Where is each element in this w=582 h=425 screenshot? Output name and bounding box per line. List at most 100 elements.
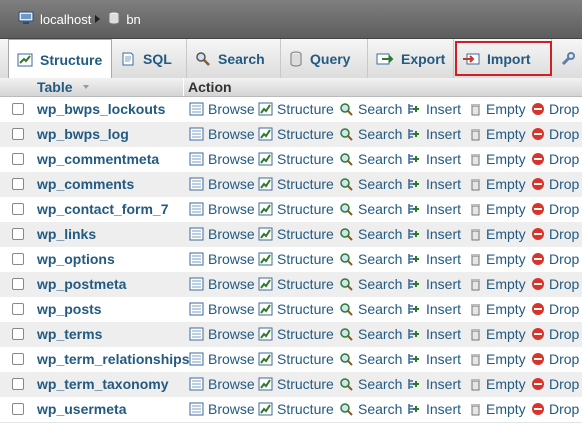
breadcrumb-database[interactable]: bn bbox=[108, 11, 141, 28]
row-checkbox[interactable] bbox=[12, 278, 24, 290]
column-header-table[interactable]: Table bbox=[37, 79, 73, 95]
structure-action[interactable]: Structure bbox=[258, 176, 334, 192]
insert-action[interactable]: Insert bbox=[407, 401, 461, 417]
drop-action[interactable]: Drop bbox=[531, 101, 579, 117]
row-checkbox[interactable] bbox=[12, 103, 24, 115]
drop-action[interactable]: Drop bbox=[531, 251, 579, 267]
drop-action[interactable]: Drop bbox=[531, 351, 579, 367]
browse-action[interactable]: Browse bbox=[189, 151, 255, 167]
row-checkbox[interactable] bbox=[12, 128, 24, 140]
table-name-link[interactable]: wp_options bbox=[37, 251, 115, 267]
drop-action[interactable]: Drop bbox=[531, 301, 579, 317]
row-checkbox[interactable] bbox=[12, 328, 24, 340]
search-action[interactable]: Search bbox=[339, 201, 402, 217]
drop-action[interactable]: Drop bbox=[531, 276, 579, 292]
breadcrumb-server[interactable]: localhost bbox=[18, 11, 91, 28]
row-checkbox[interactable] bbox=[12, 203, 24, 215]
empty-action[interactable]: Empty bbox=[469, 126, 526, 142]
row-checkbox[interactable] bbox=[12, 303, 24, 315]
insert-action[interactable]: Insert bbox=[407, 176, 461, 192]
insert-action[interactable]: Insert bbox=[407, 251, 461, 267]
table-name-link[interactable]: wp_usermeta bbox=[37, 401, 126, 417]
search-action[interactable]: Search bbox=[339, 151, 402, 167]
structure-action[interactable]: Structure bbox=[258, 326, 334, 342]
table-name-link[interactable]: wp_posts bbox=[37, 301, 102, 317]
table-name-link[interactable]: wp_commentmeta bbox=[37, 151, 159, 167]
row-checkbox[interactable] bbox=[12, 403, 24, 415]
insert-action[interactable]: Insert bbox=[407, 276, 461, 292]
empty-action[interactable]: Empty bbox=[469, 326, 526, 342]
browse-action[interactable]: Browse bbox=[189, 401, 255, 417]
structure-action[interactable]: Structure bbox=[258, 226, 334, 242]
insert-action[interactable]: Insert bbox=[407, 126, 461, 142]
browse-action[interactable]: Browse bbox=[189, 301, 255, 317]
empty-action[interactable]: Empty bbox=[469, 101, 526, 117]
structure-action[interactable]: Structure bbox=[258, 401, 334, 417]
empty-action[interactable]: Empty bbox=[469, 201, 526, 217]
table-name-link[interactable]: wp_terms bbox=[37, 326, 102, 342]
search-action[interactable]: Search bbox=[339, 101, 402, 117]
insert-action[interactable]: Insert bbox=[407, 226, 461, 242]
empty-action[interactable]: Empty bbox=[469, 176, 526, 192]
browse-action[interactable]: Browse bbox=[189, 326, 255, 342]
structure-action[interactable]: Structure bbox=[258, 301, 334, 317]
empty-action[interactable]: Empty bbox=[469, 226, 526, 242]
empty-action[interactable]: Empty bbox=[469, 276, 526, 292]
browse-action[interactable]: Browse bbox=[189, 201, 255, 217]
tab-query[interactable]: Query bbox=[281, 39, 368, 78]
row-checkbox[interactable] bbox=[12, 178, 24, 190]
table-name-link[interactable]: wp_term_relationships bbox=[37, 351, 190, 367]
browse-action[interactable]: Browse bbox=[189, 176, 255, 192]
drop-action[interactable]: Drop bbox=[531, 176, 579, 192]
insert-action[interactable]: Insert bbox=[407, 326, 461, 342]
search-action[interactable]: Search bbox=[339, 326, 402, 342]
search-action[interactable]: Search bbox=[339, 226, 402, 242]
search-action[interactable]: Search bbox=[339, 126, 402, 142]
empty-action[interactable]: Empty bbox=[469, 301, 526, 317]
row-checkbox[interactable] bbox=[12, 153, 24, 165]
search-action[interactable]: Search bbox=[339, 176, 402, 192]
browse-action[interactable]: Browse bbox=[189, 351, 255, 367]
insert-action[interactable]: Insert bbox=[407, 151, 461, 167]
insert-action[interactable]: Insert bbox=[407, 201, 461, 217]
row-checkbox[interactable] bbox=[12, 253, 24, 265]
browse-action[interactable]: Browse bbox=[189, 126, 255, 142]
row-checkbox[interactable] bbox=[12, 353, 24, 365]
tab-export[interactable]: Export bbox=[368, 39, 454, 78]
drop-action[interactable]: Drop bbox=[531, 201, 579, 217]
structure-action[interactable]: Structure bbox=[258, 251, 334, 267]
table-name-link[interactable]: wp_bwps_lockouts bbox=[37, 101, 165, 117]
empty-action[interactable]: Empty bbox=[469, 401, 526, 417]
tab-sql[interactable]: SQL bbox=[112, 39, 187, 78]
tab-structure[interactable]: Structure bbox=[8, 39, 112, 79]
insert-action[interactable]: Insert bbox=[407, 101, 461, 117]
search-action[interactable]: Search bbox=[339, 251, 402, 267]
insert-action[interactable]: Insert bbox=[407, 376, 461, 392]
structure-action[interactable]: Structure bbox=[258, 126, 334, 142]
row-checkbox[interactable] bbox=[12, 378, 24, 390]
browse-action[interactable]: Browse bbox=[189, 226, 255, 242]
table-name-link[interactable]: wp_bwps_log bbox=[37, 126, 129, 142]
tab-search[interactable]: Search bbox=[187, 39, 281, 78]
structure-action[interactable]: Structure bbox=[258, 276, 334, 292]
empty-action[interactable]: Empty bbox=[469, 376, 526, 392]
drop-action[interactable]: Drop bbox=[531, 326, 579, 342]
browse-action[interactable]: Browse bbox=[189, 376, 255, 392]
drop-action[interactable]: Drop bbox=[531, 401, 579, 417]
table-name-link[interactable]: wp_links bbox=[37, 226, 96, 242]
structure-action[interactable]: Structure bbox=[258, 201, 334, 217]
browse-action[interactable]: Browse bbox=[189, 101, 255, 117]
empty-action[interactable]: Empty bbox=[469, 151, 526, 167]
drop-action[interactable]: Drop bbox=[531, 226, 579, 242]
search-action[interactable]: Search bbox=[339, 351, 402, 367]
row-checkbox[interactable] bbox=[12, 228, 24, 240]
search-action[interactable]: Search bbox=[339, 376, 402, 392]
search-action[interactable]: Search bbox=[339, 276, 402, 292]
structure-action[interactable]: Structure bbox=[258, 376, 334, 392]
drop-action[interactable]: Drop bbox=[531, 376, 579, 392]
structure-action[interactable]: Structure bbox=[258, 351, 334, 367]
insert-action[interactable]: Insert bbox=[407, 351, 461, 367]
drop-action[interactable]: Drop bbox=[531, 126, 579, 142]
browse-action[interactable]: Browse bbox=[189, 251, 255, 267]
browse-action[interactable]: Browse bbox=[189, 276, 255, 292]
